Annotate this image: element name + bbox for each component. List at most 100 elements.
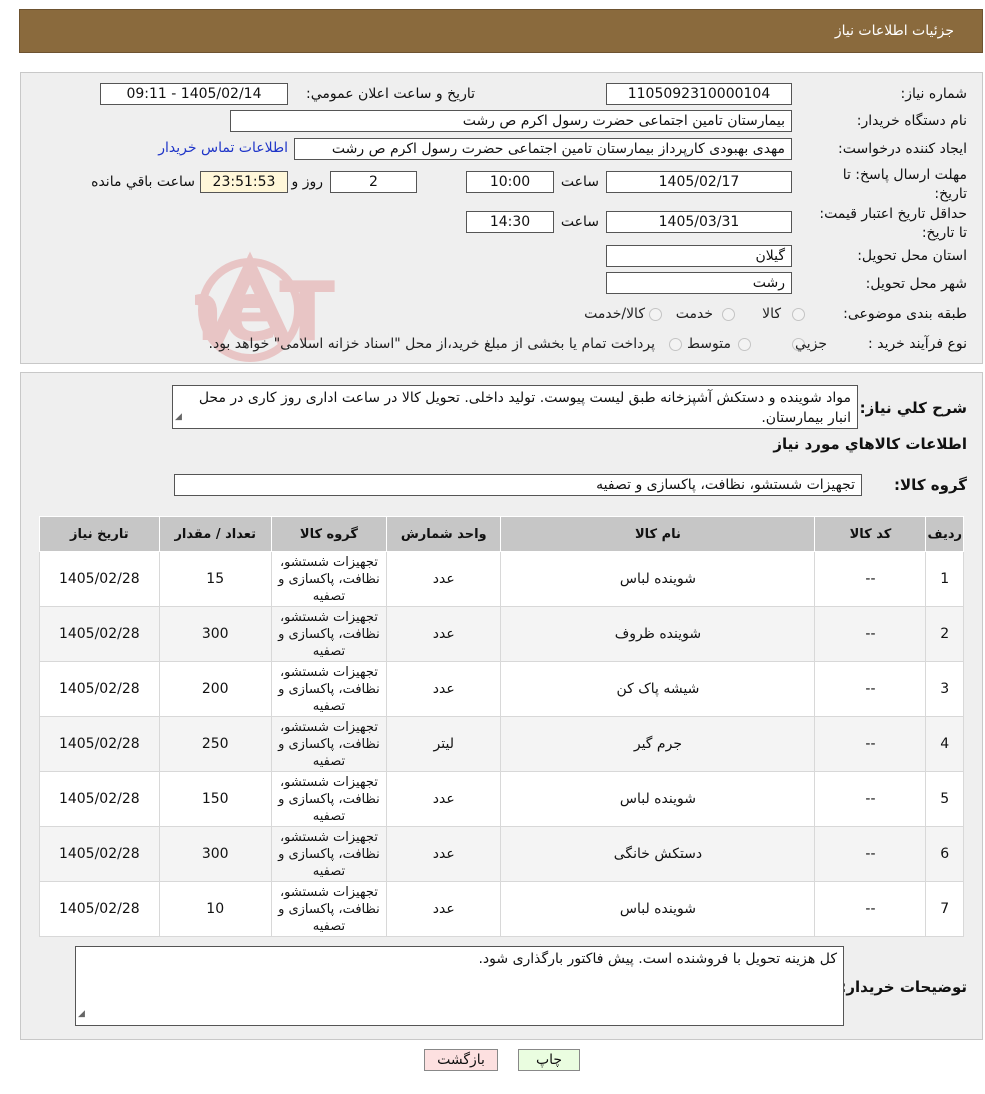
item-need-date: 1405/02/28 [39,661,160,717]
need-number-field: 1105092310000104 [606,83,792,105]
item-name: شیشه پاک کن [500,661,816,717]
item-name: شوینده ظروف [500,606,816,662]
item-need-date: 1405/02/28 [39,716,160,772]
treasury-checkbox[interactable] [669,338,682,351]
item-group: تجهیزات شستشو، نظافت، پاکسازی و تصفیه [270,716,388,772]
province-field: گیلان [606,245,792,267]
item-group: تجهیزات شستشو، نظافت، پاکسازی و تصفیه [270,661,388,717]
header-row-number: رديف [925,516,964,552]
province-label: استان محل تحويل: [857,248,967,264]
header-unit: واحد شمارش [386,516,502,552]
print-button[interactable]: چاپ [518,1049,580,1071]
row-number: 7 [925,881,964,937]
table-header-row: رديف كد كالا نام كالا واحد شمارش گروه كا… [39,516,964,552]
header-item-group: گروه كالا [270,516,388,552]
item-code: -- [814,771,927,827]
items-title: اطلاعات كالاهاي مورد نياز [773,435,967,453]
item-group: تجهیزات شستشو، نظافت، پاکسازی و تصفیه [270,551,388,607]
table-row: 4 -- جرم گیر لیتر تجهیزات شستشو، نظافت، … [39,716,964,772]
item-need-date: 1405/02/28 [39,826,160,882]
item-unit: عدد [386,881,502,937]
item-code: -- [814,716,927,772]
resize-grip-icon[interactable]: ◢ [78,1004,85,1024]
category-radio-goods[interactable] [792,308,805,321]
item-quantity: 150 [158,771,272,827]
deadline-date-field: 1405/02/17 [606,171,792,193]
item-code: -- [814,826,927,882]
remaining-label: ساعت باقي مانده [91,174,195,190]
deadline-time-field: 10:00 [466,171,554,193]
city-label: شهر محل تحويل: [865,276,967,292]
item-quantity: 250 [158,716,272,772]
row-number: 1 [925,551,964,607]
row-number: 5 [925,771,964,827]
row-number: 4 [925,716,964,772]
category-radio-goods-service[interactable] [649,308,662,321]
item-group: تجهیزات شستشو، نظافت، پاکسازی و تصفیه [270,771,388,827]
buyer-notes-textarea[interactable]: کل هزینه تحویل با فروشنده است. پیش فاکتو… [75,946,844,1026]
validity-date-field: 1405/03/31 [606,211,792,233]
item-unit: عدد [386,661,502,717]
item-quantity: 10 [158,881,272,937]
header-item-code: كد كالا [814,516,927,552]
item-need-date: 1405/02/28 [39,771,160,827]
remaining-time-field: 23:51:53 [200,171,288,193]
item-unit: عدد [386,551,502,607]
category-radio-service[interactable] [722,308,735,321]
buyer-org-label: نام دستگاه خريدار: [856,113,967,129]
header-quantity: تعداد / مقدار [158,516,272,552]
summary-textarea[interactable]: مواد شوینده و دستکش آشپزخانه طبق لیست پی… [172,385,858,429]
item-group: تجهیزات شستشو، نظافت، پاکسازی و تصفیه [270,606,388,662]
deadline-label: مهلت ارسال پاسخ: تا تاريخ: [842,167,967,202]
group-field: تجهیزات شستشو، نظافت، پاکسازی و تصفیه [174,474,862,496]
table-row: 2 -- شوینده ظروف عدد تجهیزات شستشو، نظاف… [39,606,964,662]
category-option-goods-service: کالا/خدمت [584,306,645,322]
buyer-contact-link[interactable]: اطلاعات تماس خريدار [158,140,288,156]
table-row: 3 -- شیشه پاک کن عدد تجهیزات شستشو، نظاف… [39,661,964,717]
item-group: تجهیزات شستشو، نظافت، پاکسازی و تصفیه [270,881,388,937]
item-need-date: 1405/02/28 [39,881,160,937]
validity-time-label: ساعت [560,214,599,230]
summary-label: شرح كلي نياز: [859,399,967,417]
item-code: -- [814,606,927,662]
buyer-notes-text: کل هزینه تحویل با فروشنده است. پیش فاکتو… [478,951,837,967]
back-button[interactable]: بازگشت [424,1049,498,1071]
row-number: 3 [925,661,964,717]
item-unit: عدد [386,606,502,662]
days-field: 2 [330,171,417,193]
deadline-time-label: ساعت [560,174,599,190]
validity-time-field: 14:30 [466,211,554,233]
category-option-goods: کالا [762,306,781,322]
item-name: دستکش خانگی [500,826,816,882]
item-name: شوینده لباس [500,771,816,827]
item-name: جرم گیر [500,716,816,772]
process-radio-medium[interactable] [738,338,751,351]
days-label: روز و [291,174,324,190]
creator-field: مهدی بهبودی کارپرداز بیمارستان تامین اجت… [294,138,792,160]
category-label: طبقه بندی موضوعی: [843,306,967,322]
process-label: نوع فرآيند خريد : [868,336,967,352]
announce-field: 1405/02/14 - 09:11 [100,83,288,105]
item-code: -- [814,661,927,717]
header-item-name: نام كالا [500,516,816,552]
items-table: رديف كد كالا نام كالا واحد شمارش گروه كا… [39,516,964,937]
item-code: -- [814,881,927,937]
item-unit: عدد [386,771,502,827]
item-quantity: 200 [158,661,272,717]
page-title: جزئیات اطلاعات نیاز [834,23,954,39]
item-need-date: 1405/02/28 [39,551,160,607]
item-code: -- [814,551,927,607]
page-header: جزئیات اطلاعات نیاز [19,9,983,53]
item-unit: لیتر [386,716,502,772]
payment-note: پرداخت تمام یا بخشی از مبلغ خرید،از محل … [208,336,655,352]
summary-text: مواد شوینده و دستکش آشپزخانه طبق لیست پی… [198,390,851,426]
resize-grip-icon[interactable]: ◢ [175,407,182,427]
item-quantity: 300 [158,826,272,882]
table-row: 5 -- شوینده لباس عدد تجهیزات شستشو، نظاف… [39,771,964,827]
group-label: گروه کالا: [894,476,967,494]
creator-label: ایجاد کننده درخواست: [838,141,967,157]
buyer-org-field: بیمارستان تامین اجتماعی حضرت رسول اکرم ص… [230,110,792,132]
item-quantity: 15 [158,551,272,607]
city-field: رشت [606,272,792,294]
item-name: شوینده لباس [500,881,816,937]
